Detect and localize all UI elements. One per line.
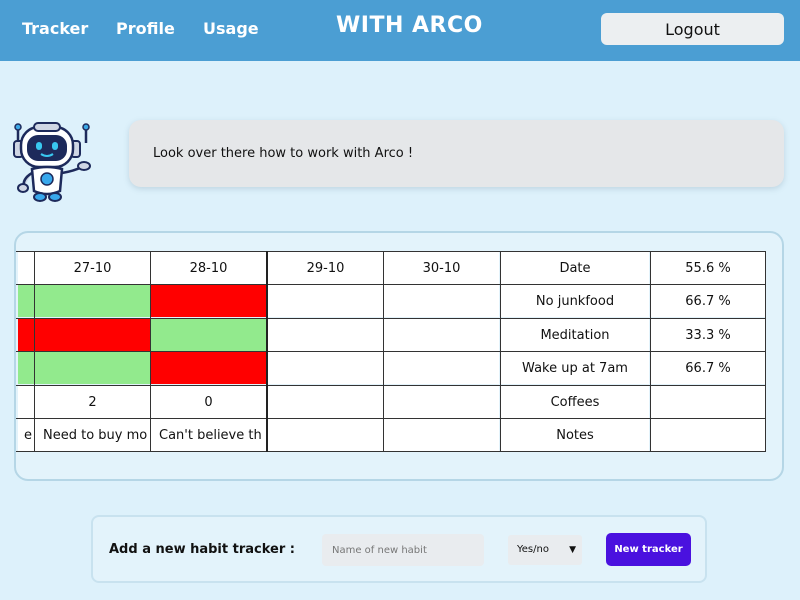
habit-day-cell[interactable] (151, 319, 266, 351)
coffee-cell[interactable] (18, 386, 34, 418)
grid-line (16, 284, 766, 285)
nav-profile-link[interactable]: Profile (116, 19, 175, 38)
coffees-label-cell: Coffees (501, 386, 649, 418)
habit-type-value: Yes/no (517, 544, 549, 555)
logout-button[interactable]: Logout (601, 13, 784, 45)
habit-day-cell[interactable] (268, 285, 383, 317)
grid-line (150, 251, 151, 452)
habit-name-cell: No junkfood (501, 285, 649, 317)
habit-day-cell[interactable] (18, 285, 34, 317)
assistant-message-text: Look over there how to work with Arco ! (153, 146, 414, 161)
habit-day-cell[interactable] (384, 285, 499, 317)
table-cell (18, 252, 34, 284)
date-header-cell: 29-10 (268, 252, 383, 284)
habit-day-cell[interactable] (35, 352, 150, 384)
habit-day-cell[interactable] (18, 319, 34, 351)
habit-day-cell[interactable] (151, 352, 266, 384)
note-cell[interactable]: e (18, 419, 34, 451)
grid-line (16, 318, 766, 319)
habit-name-input[interactable] (322, 534, 484, 566)
note-cell[interactable] (268, 419, 383, 451)
coffee-cell[interactable]: 0 (151, 386, 266, 418)
habit-name-cell: Meditation (501, 319, 649, 351)
grid-line (16, 418, 766, 419)
percent-header-cell: 55.6 % (651, 252, 765, 284)
grid-line (500, 251, 501, 452)
habit-percent-cell: 66.7 % (651, 352, 765, 384)
brand-title: WITH ARCO (336, 13, 483, 38)
habit-type-select[interactable]: Yes/no ▼ (508, 535, 582, 565)
habit-day-cell[interactable] (268, 319, 383, 351)
new-habit-form: Add a new habit tracker : Yes/no ▼ New t… (91, 515, 707, 583)
grid-line (34, 251, 35, 452)
assistant-message-bubble: Look over there how to work with Arco ! (129, 120, 784, 187)
robot-mascot-icon (13, 122, 91, 202)
habit-day-cell[interactable] (35, 319, 150, 351)
note-cell[interactable]: Can't believe th (151, 419, 266, 451)
table-cell (651, 419, 765, 451)
chevron-down-icon: ▼ (569, 545, 576, 555)
date-header-cell: 28-10 (151, 252, 266, 284)
grid-line (383, 251, 384, 452)
date-header-cell: 27-10 (35, 252, 150, 284)
top-nav-bar: Tracker Profile Usage WITH ARCO Logout (0, 0, 800, 61)
grid-line (16, 451, 766, 452)
coffee-cell[interactable] (268, 386, 383, 418)
nav-usage-link[interactable]: Usage (203, 19, 259, 38)
label-header-cell: Date (501, 252, 649, 284)
table-cell (651, 386, 765, 418)
grid-line (16, 251, 766, 252)
coffee-cell[interactable]: 2 (35, 386, 150, 418)
notes-label-cell: Notes (501, 419, 649, 451)
habit-percent-cell: 66.7 % (651, 285, 765, 317)
grid-line (765, 251, 766, 452)
note-cell[interactable]: Need to buy mo (35, 419, 150, 451)
habit-day-cell[interactable] (18, 352, 34, 384)
new-habit-label: Add a new habit tracker : (109, 542, 295, 557)
grid-line (16, 385, 766, 386)
habit-tracker-table[interactable]: 27-10 28-10 29-10 30-10 Date 55.6 % No j… (14, 231, 784, 481)
habit-name-cell: Wake up at 7am (501, 352, 649, 384)
grid-line (650, 251, 651, 452)
coffee-cell[interactable] (384, 386, 499, 418)
habit-day-cell[interactable] (384, 319, 499, 351)
grid-line (16, 351, 766, 352)
grid-line (266, 251, 268, 452)
note-cell[interactable] (384, 419, 499, 451)
new-tracker-button[interactable]: New tracker (606, 533, 691, 566)
habit-day-cell[interactable] (384, 352, 499, 384)
habit-day-cell[interactable] (35, 285, 150, 317)
habit-day-cell[interactable] (151, 285, 266, 317)
habit-percent-cell: 33.3 % (651, 319, 765, 351)
nav-tracker-link[interactable]: Tracker (22, 19, 88, 38)
date-header-cell: 30-10 (384, 252, 499, 284)
habit-day-cell[interactable] (268, 352, 383, 384)
